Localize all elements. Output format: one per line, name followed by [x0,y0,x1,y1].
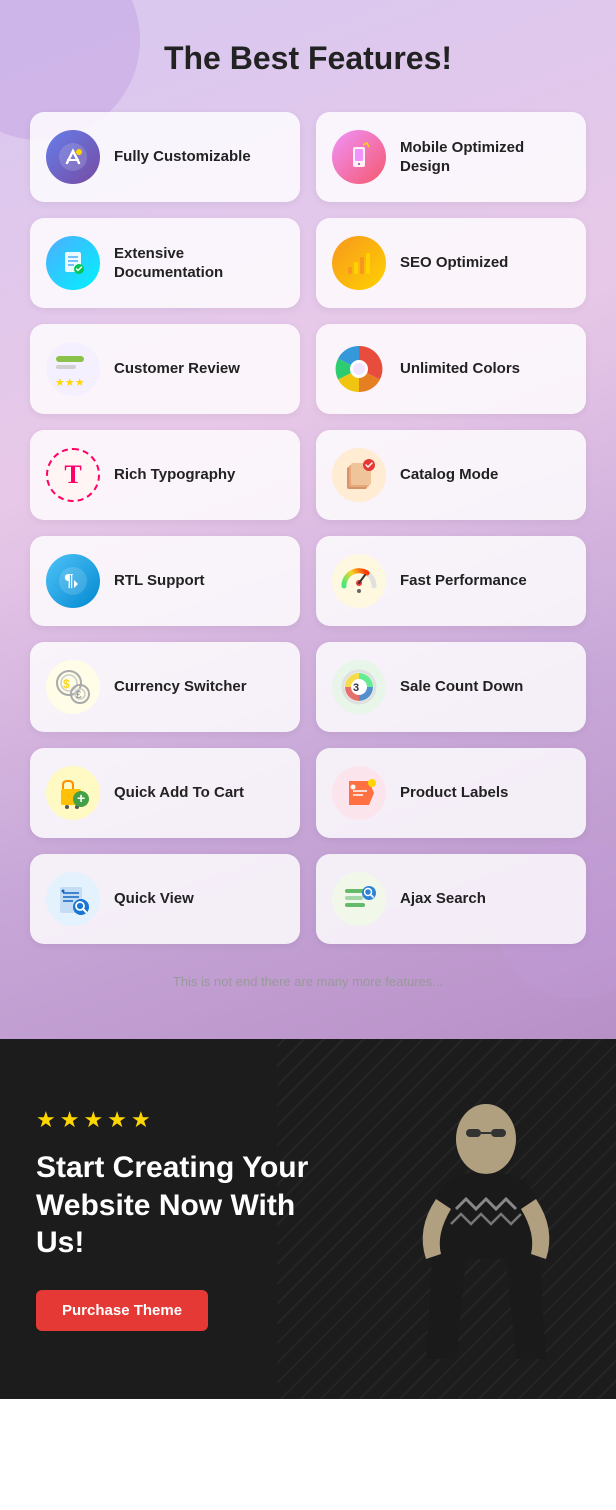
seo-icon [332,236,386,290]
review-icon: ★★★ [46,342,100,396]
rtl-label: RTL Support [114,571,205,591]
labels-label: Product Labels [400,783,508,803]
footer-note: This is not end there are many more feat… [30,974,586,989]
star-4: ★ [107,1107,127,1133]
catalog-icon [332,448,386,502]
svg-text:3: 3 [353,682,359,694]
performance-label: Fast Performance [400,571,527,591]
cart-label: Quick Add To Cart [114,783,244,803]
star-5: ★ [131,1107,151,1133]
feature-card-review: ★★★ Customer Review [30,324,300,414]
svg-text:¶: ¶ [64,570,74,590]
rtl-icon: ¶ [46,554,100,608]
feature-card-labels: Product Labels [316,748,586,838]
docs-label: Extensive Documentation [114,244,284,283]
feature-card-catalog: Catalog Mode [316,430,586,520]
mobile-icon [332,130,386,184]
star-2: ★ [60,1107,80,1133]
feature-card-colors: Unlimited Colors [316,324,586,414]
mobile-label: Mobile Optimized Design [400,138,570,177]
person-image [386,1079,586,1399]
cart-icon: + [46,766,100,820]
feature-card-customizable: Fully Customizable [30,112,300,202]
colors-icon [332,342,386,396]
ajax-label: Ajax Search [400,889,486,909]
docs-icon [46,236,100,290]
seo-label: SEO Optimized [400,253,508,273]
feature-card-ajax: Ajax Search [316,854,586,944]
review-label: Customer Review [114,359,240,379]
features-grid: Fully Customizable Mobile Optimized Desi… [30,112,586,944]
star-1: ★ [36,1107,56,1133]
performance-icon [332,554,386,608]
feature-card-rtl: ¶ RTL Support [30,536,300,626]
countdown-icon: 3 [332,660,386,714]
page-title: The Best Features! [30,40,586,77]
currency-label: Currency Switcher [114,677,247,697]
labels-icon [332,766,386,820]
star-3: ★ [83,1107,103,1133]
svg-text:+: + [77,790,85,806]
svg-text:★★★: ★★★ [55,377,85,389]
features-section: The Best Features! Fully Customizable [0,0,616,1039]
feature-card-countdown: 3 Sale Count Down [316,642,586,732]
feature-card-currency: $ £ Currency Switcher [30,642,300,732]
feature-card-cart: + Quick Add To Cart [30,748,300,838]
countdown-label: Sale Count Down [400,677,523,697]
ajax-icon [332,872,386,926]
catalog-label: Catalog Mode [400,465,498,485]
currency-icon: $ £ [46,660,100,714]
feature-card-seo: SEO Optimized [316,218,586,308]
cta-section: ★ ★ ★ ★ ★ Start Creating Your Website No… [0,1039,616,1399]
purchase-button[interactable]: Purchase Theme [36,1290,208,1331]
feature-card-typography: T Rich Typography [30,430,300,520]
quickview-label: Quick View [114,889,194,909]
svg-text:£: £ [76,690,82,701]
svg-text:$: $ [63,677,70,691]
quickview-icon [46,872,100,926]
customizable-label: Fully Customizable [114,147,251,167]
typography-icon: T [46,448,100,502]
colors-label: Unlimited Colors [400,359,520,379]
typography-label: Rich Typography [114,465,235,485]
feature-card-docs: Extensive Documentation [30,218,300,308]
feature-card-quickview: Quick View [30,854,300,944]
feature-card-mobile: Mobile Optimized Design [316,112,586,202]
feature-card-performance: Fast Performance [316,536,586,626]
customizable-icon [46,130,100,184]
